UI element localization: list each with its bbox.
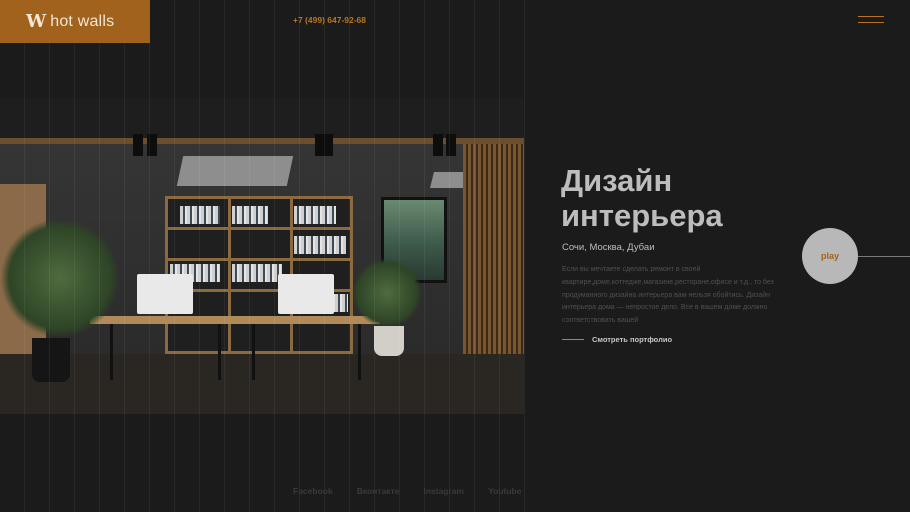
monitor	[137, 274, 193, 314]
description-text: Если вы мечтаете сделать ремонт в своей …	[562, 266, 774, 325]
table-leg	[110, 324, 113, 380]
spotlight	[446, 134, 456, 156]
logo-mark-icon: W	[26, 11, 46, 32]
hamburger-menu-icon[interactable]	[858, 16, 884, 26]
books	[232, 206, 268, 224]
plant-pot	[374, 326, 404, 356]
social-link-vkontakte[interactable]: Вконтакте	[357, 486, 400, 496]
spotlight	[147, 134, 157, 156]
ceiling-light-panel	[176, 156, 294, 186]
plant	[0, 218, 120, 338]
phone-link[interactable]: +7 (499) 647-92-68	[293, 15, 366, 25]
table-leg	[252, 324, 255, 380]
social-link-instagram[interactable]: Instagram	[423, 486, 464, 496]
spotlight	[315, 134, 333, 156]
monitor	[278, 274, 334, 314]
books	[294, 236, 346, 254]
portfolio-link-label: Смотреть портфолио	[592, 335, 673, 344]
page: W hot walls +7 (499) 647-92-68 Дизайн ин…	[0, 0, 910, 512]
spotlight	[433, 134, 443, 156]
play-line	[858, 256, 910, 257]
logo-text: hot walls	[50, 12, 115, 30]
cities-text: Сочи, Москва, Дубаи	[562, 242, 655, 253]
spotlight	[133, 134, 143, 156]
page-title: Дизайн интерьера	[561, 163, 723, 233]
social-links: Facebook Вконтакте Instagram Youtube	[293, 486, 521, 496]
books	[294, 206, 336, 224]
wood-slat-wall	[463, 144, 524, 354]
social-link-youtube[interactable]: Youtube	[488, 486, 521, 496]
floor	[0, 354, 524, 414]
logo[interactable]: W hot walls	[0, 0, 150, 43]
play-button[interactable]: play	[802, 228, 858, 284]
plant-pot	[32, 338, 70, 382]
ceiling	[0, 98, 524, 138]
table	[90, 316, 380, 324]
table-leg	[218, 324, 221, 380]
social-link-facebook[interactable]: Facebook	[293, 486, 333, 496]
portfolio-link[interactable]: Смотреть портфолио	[562, 335, 672, 344]
portfolio-line	[562, 339, 584, 340]
table-leg	[358, 324, 361, 380]
books	[232, 264, 282, 282]
plant	[352, 258, 422, 328]
hero-image	[0, 98, 524, 414]
books	[180, 206, 220, 224]
